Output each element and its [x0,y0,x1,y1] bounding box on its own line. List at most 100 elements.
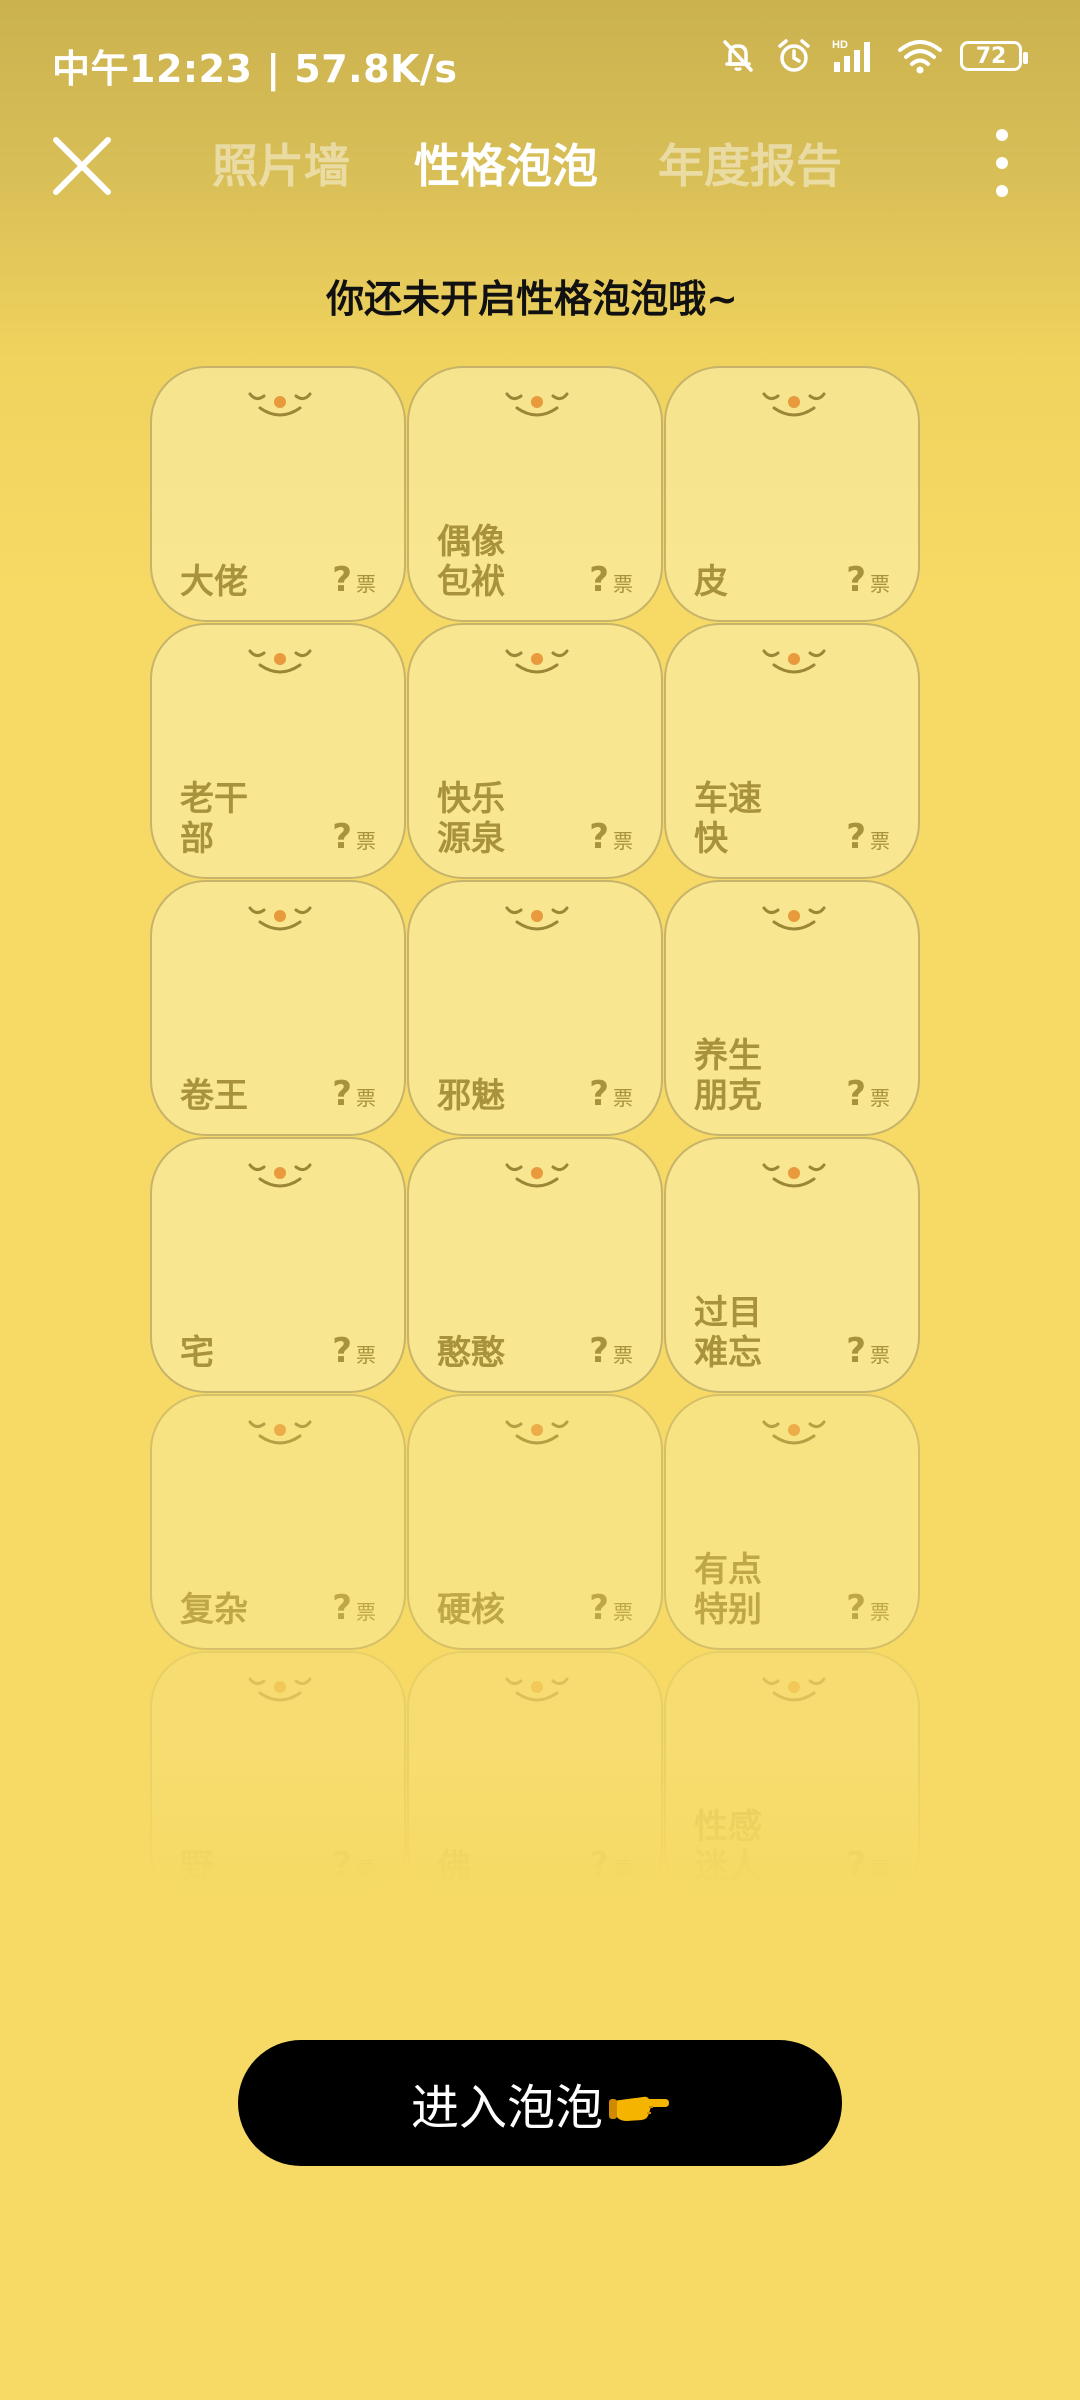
bubble-votes: ? 票 [846,1588,890,1628]
bubble-name: 野 [180,1847,214,1887]
bubble-card[interactable]: 复杂? 票 [150,1394,406,1650]
bubble-name: 卷王 [180,1076,248,1116]
bubble-face-icon [248,1420,312,1445]
bubble-card[interactable]: 野? 票 [150,1651,406,1907]
vote-unit: 票 [613,572,633,596]
bubble-votes: ? 票 [332,1331,376,1371]
bubble-face-icon [762,1163,826,1188]
bubble-face-icon [505,1420,569,1445]
bubble-face-icon [762,1677,826,1702]
enter-bubbles-label: 进入泡泡 [410,2080,603,2136]
bubble-card[interactable]: 快乐 源泉 ? 票 [407,623,663,879]
bubble-card[interactable]: 邪魅? 票 [407,880,663,1136]
vote-count: ? [846,560,866,600]
vote-count: ? [589,1331,609,1371]
vote-unit: 票 [870,572,890,596]
vote-unit: 票 [870,829,890,853]
bubble-face-icon [505,392,569,417]
bubble-face-icon [762,906,826,931]
bubble-grid: 大佬? 票偶像 包袱? 票皮? 票老干部? 票快乐 源泉? 票车速快? 票卷王? 票邪魅? 票养生朋… [150,366,924,1907]
bubble-card[interactable]: 皮? 票 [664,366,920,622]
bubble-face-icon [505,1163,569,1188]
vote-unit: 票 [613,1343,633,1367]
bubble-name: 性感 迷人 [694,1807,762,1887]
battery-level: 72 [975,43,1007,69]
bubble-face-icon [762,1420,826,1445]
bubble-name: 偶像 包袱 [437,522,505,602]
bubble-votes: ? 票 [589,1845,633,1885]
bubble-name: 过目 难忘 [694,1293,762,1373]
bubble-name: 车速快 [694,779,762,859]
vote-count: ? [589,1074,609,1114]
vote-unit: 票 [870,1343,890,1367]
bubble-name: 快乐 源泉 [437,779,505,859]
bubble-votes: ? 票 [589,817,633,857]
tab-bar: 照片墙 性格泡泡 年度报告 [0,120,1080,210]
bubble-face-icon [248,1677,312,1702]
vote-count: ? [846,1074,866,1114]
bubble-name: 硬核 [437,1590,505,1630]
bubble-card[interactable]: 硬核? 票 [407,1394,663,1650]
vote-unit: 票 [356,829,376,853]
bubble-votes: ? 票 [589,1074,633,1114]
tab-personality-bubbles[interactable]: 性格泡泡 [414,130,598,196]
bubble-card[interactable]: 老干部? 票 [150,623,406,879]
vote-count: ? [332,560,352,600]
status-time-speed: 中午12:23 | 57.8K/s [52,47,458,91]
bubble-card[interactable]: 车速快? 票 [664,623,920,879]
bubble-name: 老干部 [180,779,248,859]
vote-count: ? [846,1331,866,1371]
vote-count: ? [332,1331,352,1371]
vote-unit: 票 [356,1600,376,1624]
bubble-face-icon [762,392,826,417]
more-button[interactable] [964,120,1040,210]
not-enabled-notice: 你还未开启性格泡泡哦~ [326,277,738,321]
vote-count: ? [332,1588,352,1628]
bubble-card[interactable]: 宅 ? 票 [150,1137,406,1393]
bubble-card[interactable]: 憨憨? 票 [407,1137,663,1393]
bubble-name: 皮 [694,562,728,602]
svg-text:HD: HD [832,39,848,51]
vote-count: ? [846,1588,866,1628]
tab-photo-wall[interactable]: 照片墙 [212,130,350,196]
bubble-votes: ? 票 [332,1074,376,1114]
bubble-votes: ? 票 [589,1588,633,1628]
vote-count: ? [846,817,866,857]
bubble-name: 有点 特别 [694,1550,762,1630]
bubble-card[interactable]: 有点 特别? 票 [664,1394,920,1650]
vote-unit: 票 [613,1600,633,1624]
bubble-face-icon [505,906,569,931]
alarm-icon [778,39,810,72]
bubble-card[interactable]: 卷王 ? 票 [150,880,406,1136]
bubble-card[interactable]: 佛 ? 票 [407,1651,663,1907]
bubble-card[interactable]: 过目 难忘? 票 [664,1137,920,1393]
bubble-card[interactable]: 养生 朋克? 票 [664,880,920,1136]
bubble-card[interactable]: 大佬? 票 [150,366,406,622]
bubble-name: 佛 [437,1847,471,1887]
bubble-name: 宅 [180,1333,214,1373]
vote-count: ? [332,817,352,857]
bubble-face-icon [248,906,312,931]
battery-icon: 72 [960,41,1028,71]
bubble-votes: ? 票 [589,1331,633,1371]
vote-unit: 票 [613,1857,633,1881]
bubble-card[interactable]: 偶像 包袱? 票 [407,366,663,622]
vote-unit: 票 [870,1857,890,1881]
tab-annual-report[interactable]: 年度报告 [658,130,842,196]
vote-count: ? [589,1588,609,1628]
vote-unit: 票 [356,572,376,596]
bubble-face-icon [505,649,569,674]
vote-unit: 票 [613,1086,633,1110]
bubble-card[interactable]: 性感 迷人? 票 [664,1651,920,1907]
bubble-name: 邪魅 [437,1076,505,1116]
vote-count: ? [332,1845,352,1885]
vote-unit: 票 [356,1857,376,1881]
bubble-votes: ? 票 [332,1588,376,1628]
bubble-votes: ? 票 [846,560,890,600]
bubble-votes: ? 票 [332,817,376,857]
vote-count: ? [846,1845,866,1885]
enter-bubbles-button[interactable]: 进入泡泡 [238,2040,842,2166]
bubble-name: 复杂 [180,1590,248,1630]
bubble-face-icon [248,649,312,674]
vote-unit: 票 [870,1600,890,1624]
